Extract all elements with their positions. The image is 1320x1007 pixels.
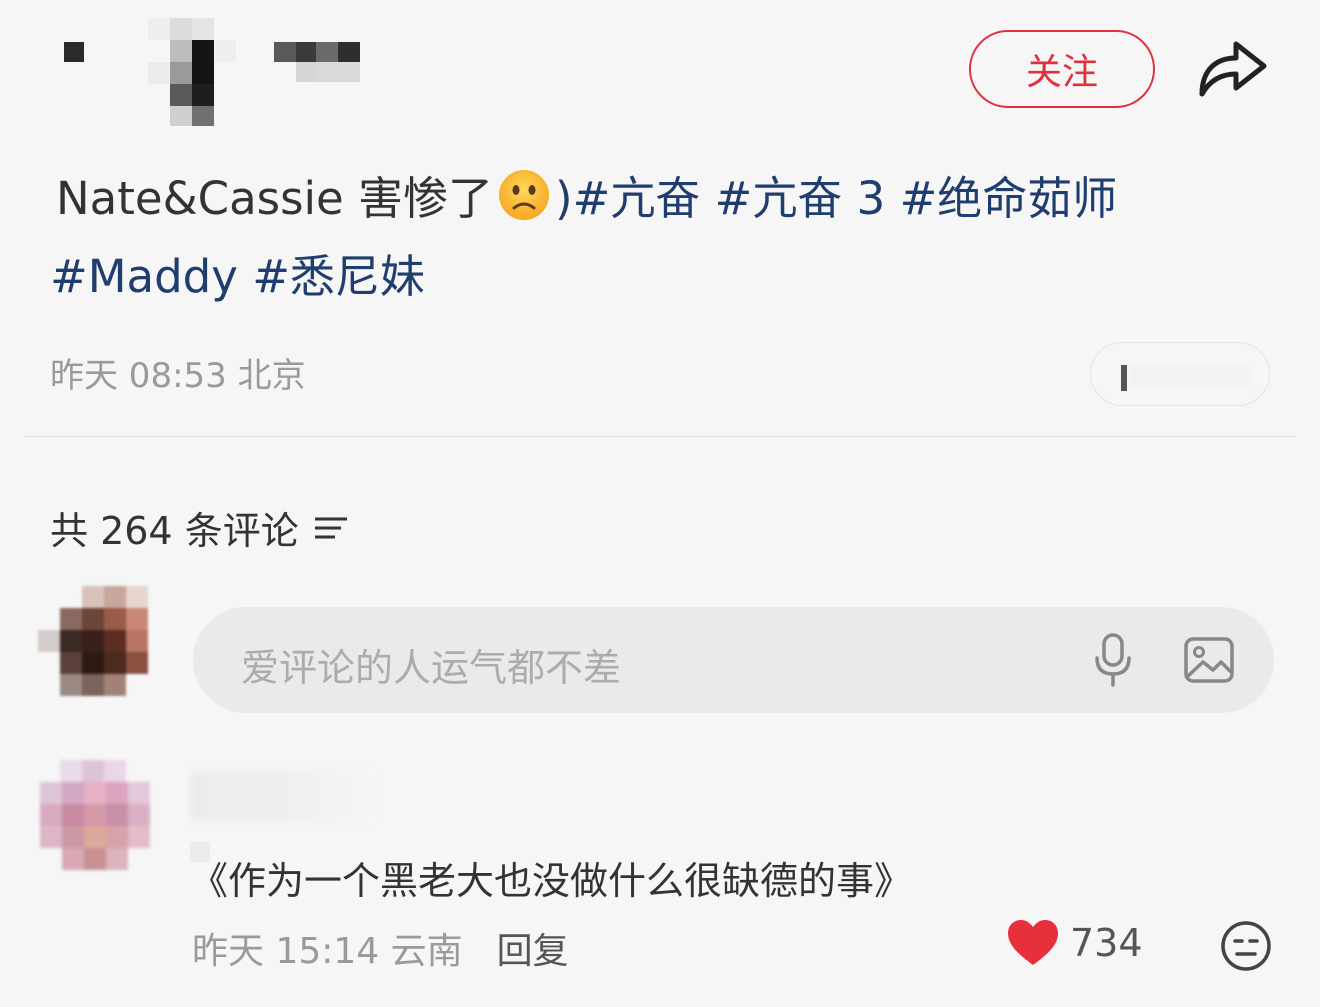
hashtag[interactable]: #绝命茹师 [900, 172, 1118, 225]
hashtag[interactable]: #亢奋 3 [715, 172, 886, 225]
comment-count-label: 共 264 条评论 [50, 509, 299, 553]
follow-button[interactable]: 关注 [969, 30, 1155, 108]
like-count: 734 [1070, 921, 1143, 965]
reply-button[interactable]: 回复 [497, 922, 569, 974]
commenter-avatar[interactable] [40, 760, 170, 888]
comment-input-placeholder: 爱评论的人运气都不差 [241, 646, 622, 690]
comment-meta: 昨天 15:14 云南 回复 [192, 922, 569, 974]
note-meta: 昨天 08:53 北京 [50, 348, 306, 397]
note-title-text: Nate&Cassie 害惨了 [56, 172, 494, 225]
comment-date: 昨天 15:14 [192, 931, 380, 972]
emoji-reaction-icon[interactable] [1220, 920, 1272, 972]
collection-pill[interactable] [1090, 342, 1270, 406]
note-paren: ) [555, 172, 573, 225]
note-location: 北京 [237, 356, 306, 396]
image-icon[interactable] [1183, 636, 1235, 684]
comment-text: 《作为一个黑老大也没做什么很缺德的事》 [190, 859, 913, 903]
hashtag[interactable]: #悉尼妹 [252, 250, 425, 303]
comment-location: 云南 [390, 931, 463, 972]
commenter-name[interactable] [190, 770, 380, 822]
note-date: 昨天 08:53 [50, 356, 227, 396]
note-body: Nate&Cassie 害惨了 )#亢奋 #亢奋 3 #绝命茹师 #Maddy … [50, 160, 1230, 316]
hashtag[interactable]: #亢奋 [573, 172, 701, 225]
like-button[interactable]: 734 [1006, 918, 1143, 968]
divider [24, 436, 1296, 437]
share-icon[interactable] [1196, 34, 1270, 100]
frowning-face-icon [499, 170, 550, 220]
hashtag[interactable]: #Maddy [50, 250, 238, 303]
author-name[interactable] [274, 42, 360, 84]
author-avatar[interactable] [148, 18, 238, 128]
back-icon[interactable] [64, 42, 84, 62]
heart-icon [1008, 920, 1058, 965]
comment-count: 共 264 条评论 [50, 500, 349, 555]
sort-icon[interactable] [313, 513, 349, 543]
my-avatar [22, 586, 162, 714]
microphone-icon[interactable] [1092, 632, 1134, 688]
